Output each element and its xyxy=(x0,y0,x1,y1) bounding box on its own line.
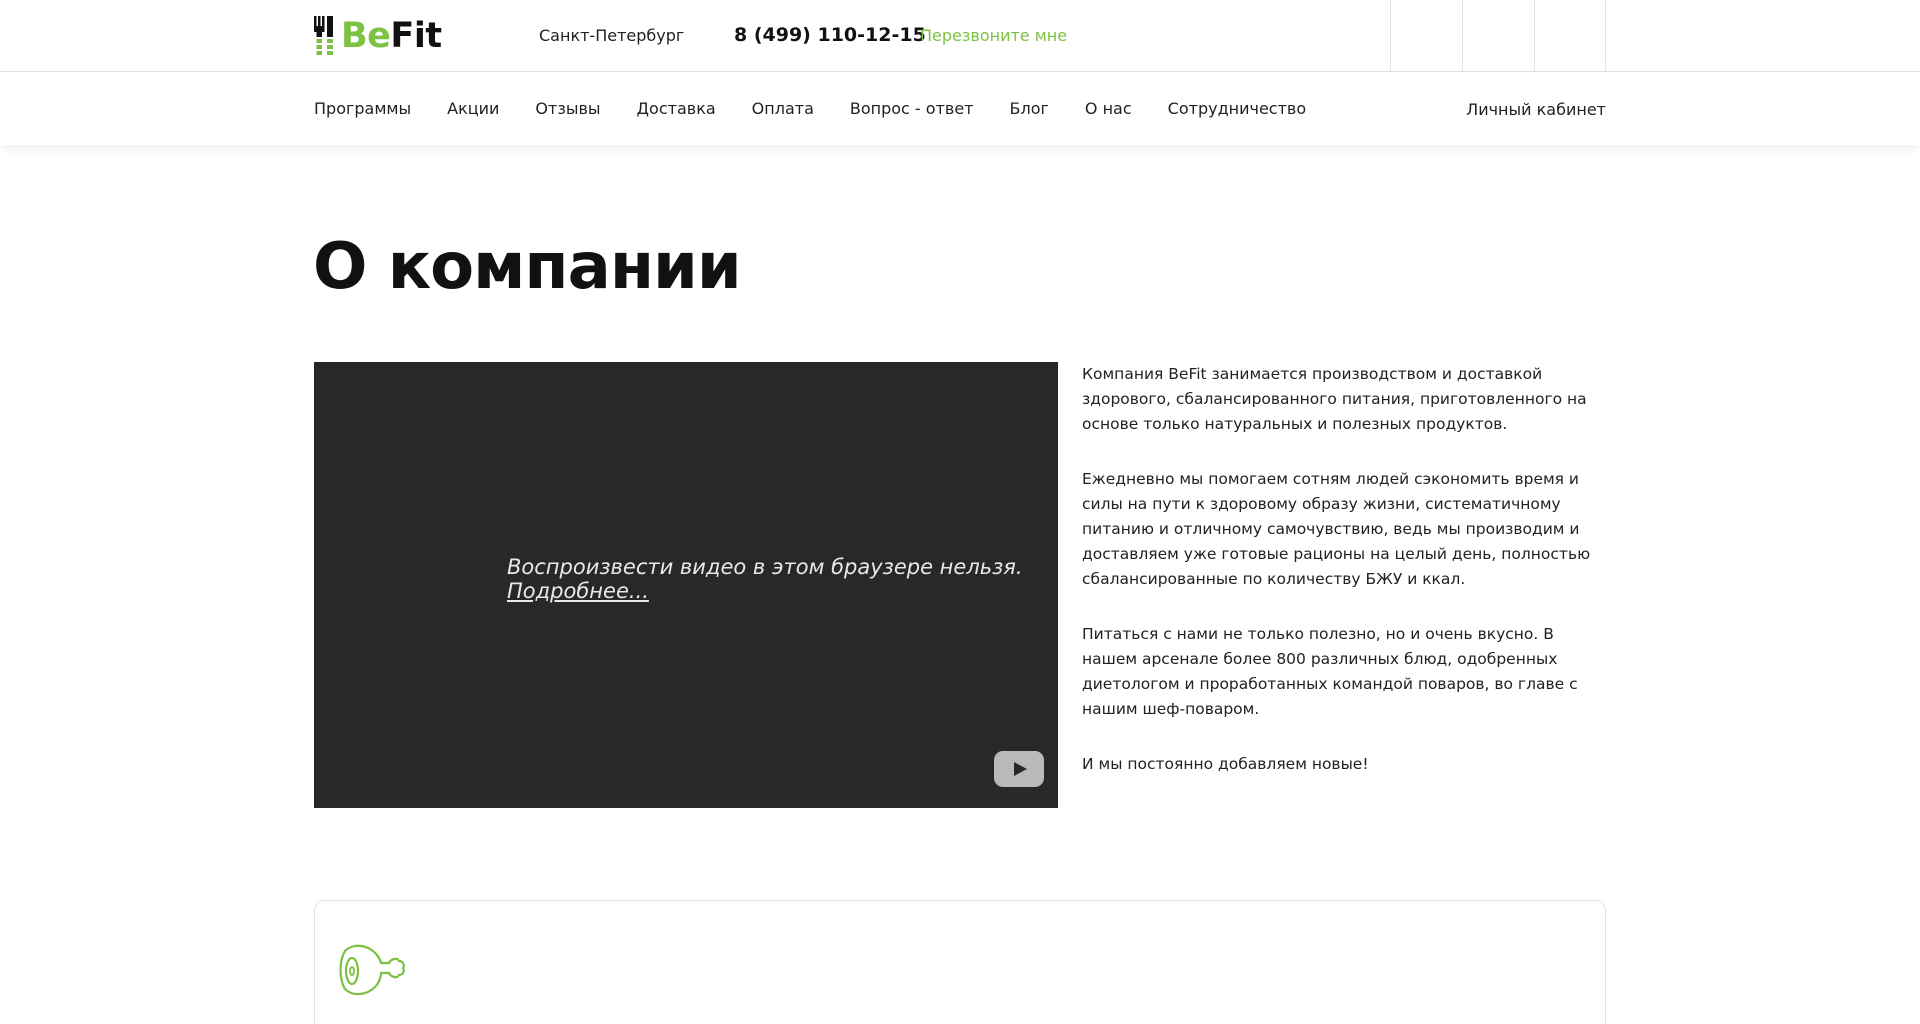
meat-leg-icon xyxy=(339,944,405,996)
fork-knife-icon xyxy=(314,16,333,55)
page-title: О компании xyxy=(313,230,742,304)
nav-item-about[interactable]: О нас xyxy=(1085,99,1132,118)
header-icon-slot-3[interactable] xyxy=(1534,0,1606,72)
nav-item-programs[interactable]: Программы xyxy=(314,99,411,118)
header-icon-slot-1[interactable] xyxy=(1390,0,1462,72)
nav-item-reviews[interactable]: Отзывы xyxy=(535,99,600,118)
main-nav: Программы Акции Отзывы Доставка Оплата В… xyxy=(0,72,1920,145)
video-more-link[interactable]: Подробнее... xyxy=(507,579,1023,603)
logo-text: BeFit xyxy=(341,15,442,56)
video-error-message: Воспроизвести видео в этом браузере нель… xyxy=(507,555,1023,603)
nav-item-blog[interactable]: Блог xyxy=(1010,99,1049,118)
video-player[interactable]: Воспроизвести видео в этом браузере нель… xyxy=(314,362,1058,808)
feature-card xyxy=(314,900,1606,1024)
nav-item-faq[interactable]: Вопрос - ответ xyxy=(850,99,974,118)
about-paragraph: Ежедневно мы помогаем сотням людей сэкон… xyxy=(1082,470,1591,588)
callback-link[interactable]: Перезвоните мне xyxy=(920,26,1067,45)
nav-item-partnership[interactable]: Сотрудничество xyxy=(1168,99,1306,118)
nav-item-promotions[interactable]: Акции xyxy=(447,99,499,118)
about-paragraph: Компания BeFit занимается производством … xyxy=(1082,365,1587,433)
nav-menu: Программы Акции Отзывы Доставка Оплата В… xyxy=(314,72,1342,145)
account-link[interactable]: Личный кабинет xyxy=(1466,100,1606,119)
about-paragraph: Питаться с нами не только полезно, но и … xyxy=(1082,625,1578,718)
header-icon-group xyxy=(1390,0,1606,72)
about-paragraph: И мы постоянно добавляем новые! xyxy=(1082,755,1369,773)
nav-item-delivery[interactable]: Доставка xyxy=(637,99,716,118)
top-header: BeFit Санкт-Петербург 8 (499) 110-12-15 … xyxy=(0,0,1920,72)
city-selector[interactable]: Санкт-Петербург xyxy=(539,26,684,45)
nav-item-payment[interactable]: Оплата xyxy=(752,99,814,118)
phone-number[interactable]: 8 (499) 110-12-15 xyxy=(734,24,926,46)
header-icon-slot-2[interactable] xyxy=(1462,0,1534,72)
youtube-play-icon[interactable] xyxy=(994,751,1044,787)
befit-logo[interactable]: BeFit xyxy=(313,14,442,58)
about-text: Компания BeFit занимается производством … xyxy=(1082,362,1612,807)
video-error-text: Воспроизвести видео в этом браузере нель… xyxy=(507,555,1023,579)
